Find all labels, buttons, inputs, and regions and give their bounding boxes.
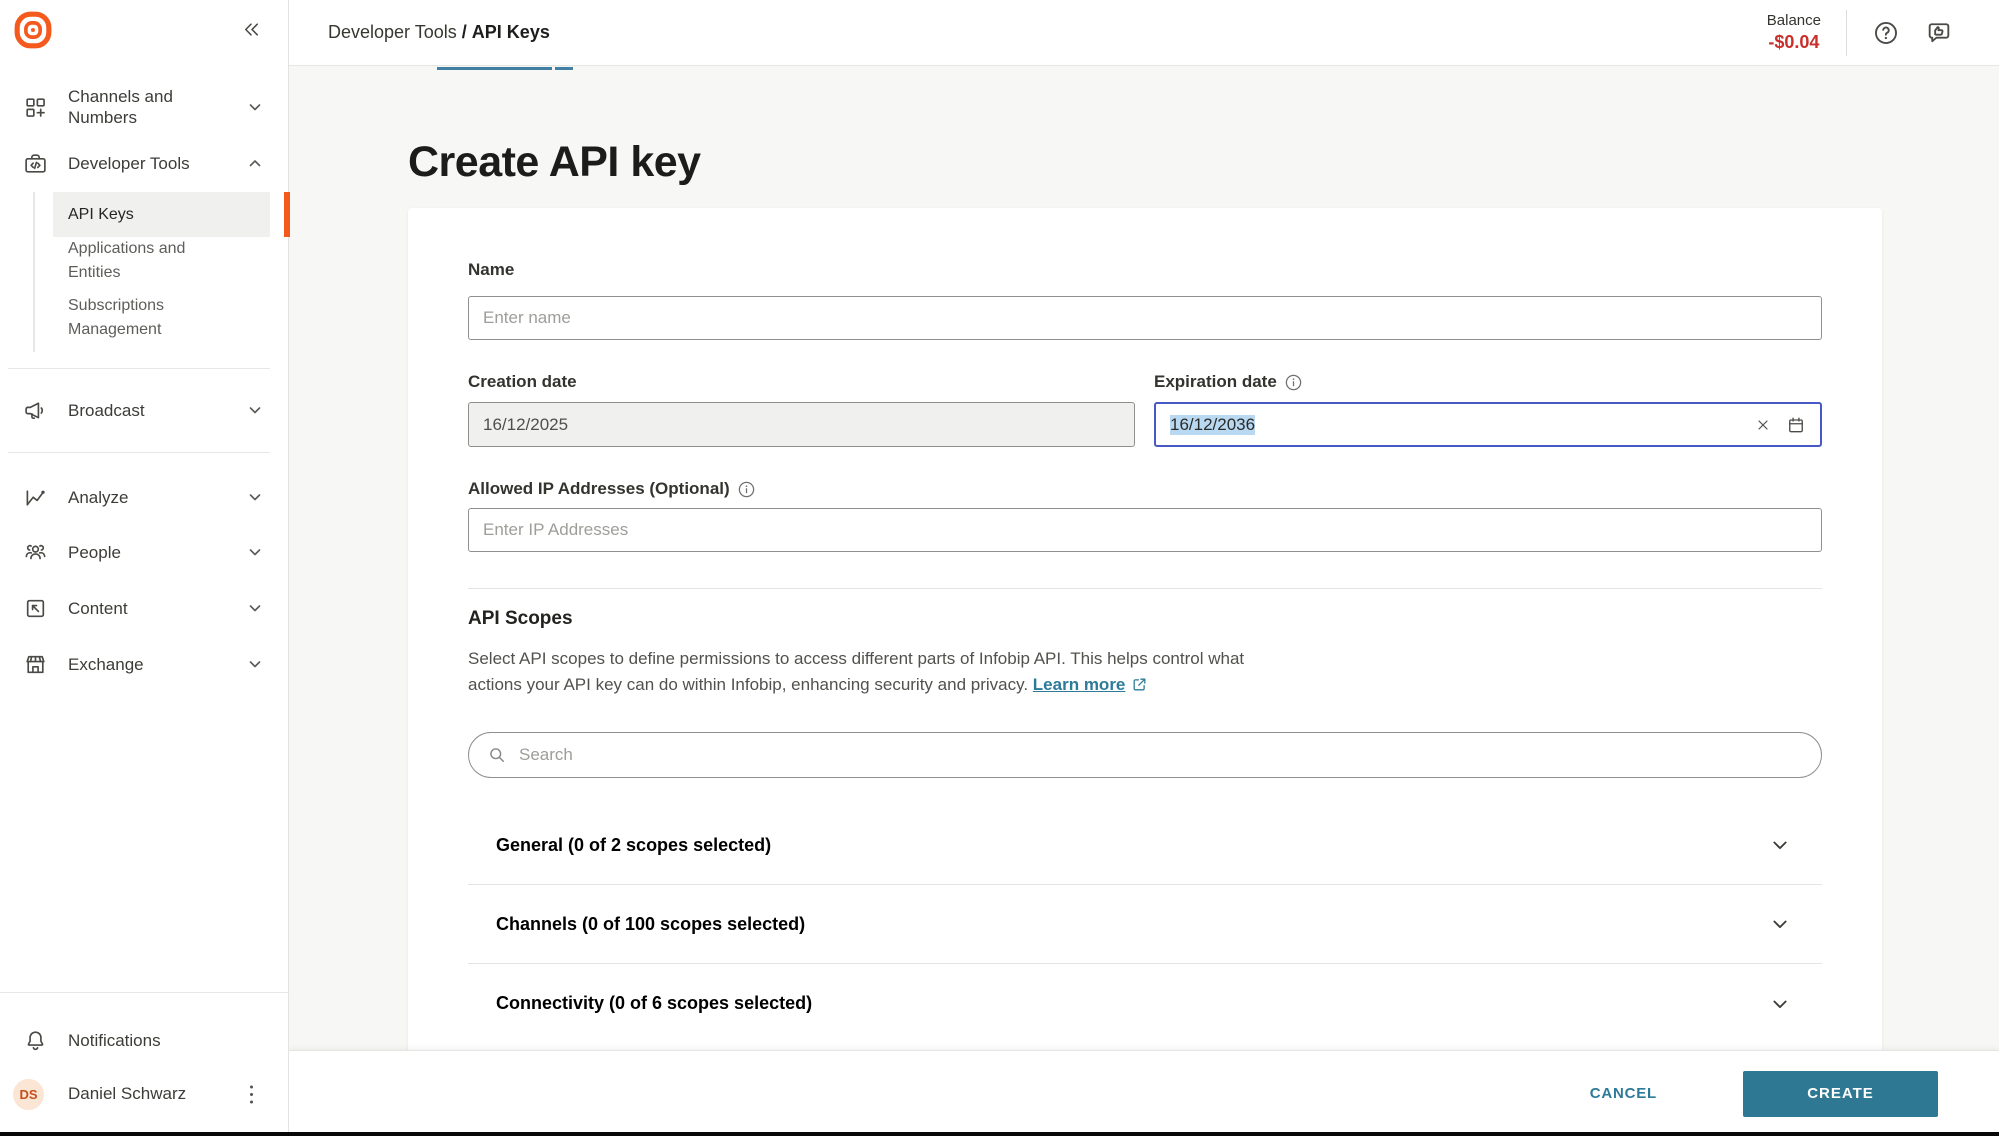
scope-groups: General (0 of 2 scopes selected) Channel… — [468, 806, 1822, 1043]
infobip-logo[interactable] — [14, 11, 52, 49]
sidebar-item-api-keys[interactable]: API Keys — [53, 192, 270, 237]
scope-search — [468, 732, 1822, 778]
devtools-icon — [22, 150, 48, 176]
people-icon — [22, 539, 48, 565]
create-api-key-card: Name Creation date 16/12/2025 Expiration… — [408, 208, 1882, 1088]
sidebar-item-developer-tools[interactable]: Developer Tools — [0, 141, 289, 185]
chevron-down-icon — [247, 544, 263, 560]
allowed-ip-input[interactable] — [468, 508, 1822, 552]
scope-group-general[interactable]: General (0 of 2 scopes selected) — [468, 806, 1822, 885]
expiration-date-label: Expiration date — [1154, 372, 1302, 392]
api-scopes-heading: API Scopes — [468, 608, 573, 630]
page-title: Create API key — [408, 138, 701, 187]
calendar-icon[interactable] — [1786, 415, 1806, 435]
info-icon[interactable] — [1285, 374, 1302, 391]
chevron-down-icon — [1770, 835, 1790, 855]
expiration-date-value: 16/12/2036 — [1170, 415, 1255, 435]
external-link-icon — [1131, 675, 1148, 701]
chevron-down-icon — [247, 99, 263, 115]
sidebar-divider — [8, 368, 270, 369]
info-icon[interactable] — [738, 481, 755, 498]
app-root: Developer Tools / API Keys Balance -$0.0… — [0, 0, 1999, 1136]
learn-more-link[interactable]: Learn more — [1033, 675, 1126, 694]
sidebar-item-analyze[interactable]: Analyze — [0, 475, 289, 519]
breadcrumb-parent[interactable]: Developer Tools — [328, 22, 457, 42]
api-scopes-description: Select API scopes to define permissions … — [468, 646, 1298, 701]
content-icon — [22, 595, 48, 621]
chevron-down-icon — [1770, 914, 1790, 934]
sidebar-item-channels-and-numbers[interactable]: Channels and Numbers — [0, 85, 289, 129]
search-icon — [487, 745, 507, 765]
action-footer: CANCEL CREATE — [289, 1050, 1999, 1136]
chevron-down-icon — [247, 600, 263, 616]
balance[interactable]: Balance -$0.04 — [1767, 12, 1821, 53]
clear-icon[interactable] — [1755, 417, 1771, 433]
creation-date-label: Creation date — [468, 372, 577, 392]
section-divider — [468, 588, 1822, 589]
sidebar-divider — [8, 452, 270, 453]
topbar-divider — [1846, 10, 1847, 56]
balance-value: -$0.04 — [1768, 31, 1819, 54]
scope-group-channels[interactable]: Channels (0 of 100 scopes selected) — [468, 885, 1822, 964]
breadcrumb-current: API Keys — [472, 22, 550, 42]
sidebar-item-content[interactable]: Content — [0, 586, 289, 630]
balance-label: Balance — [1767, 12, 1821, 31]
help-icon[interactable] — [1872, 19, 1900, 47]
creation-date-input: 16/12/2025 — [468, 402, 1135, 447]
sidebar: Channels and Numbers Developer Tools API… — [0, 0, 289, 1136]
collapse-sidebar-icon[interactable] — [240, 18, 264, 42]
chevron-down-icon — [247, 402, 263, 418]
chevron-down-icon — [1770, 994, 1790, 1014]
topbar-right: Balance -$0.04 — [1767, 10, 1953, 56]
sidebar-item-notifications[interactable]: Notifications — [0, 1018, 289, 1062]
chevron-down-icon — [247, 656, 263, 672]
sidebar-bottom-divider — [0, 992, 289, 993]
search-input[interactable] — [517, 744, 1803, 766]
active-tab-indicator — [437, 67, 573, 70]
chevron-down-icon — [247, 489, 263, 505]
scope-group-connectivity[interactable]: Connectivity (0 of 6 scopes selected) — [468, 964, 1822, 1043]
sidebar-item-broadcast[interactable]: Broadcast — [0, 388, 289, 432]
chevron-up-icon — [247, 155, 263, 171]
main-content: Create API key Name Creation date 16/12/… — [289, 67, 1999, 1136]
user-name: Daniel Schwarz — [68, 1084, 186, 1104]
active-item-indicator — [284, 192, 290, 237]
create-button[interactable]: CREATE — [1743, 1071, 1938, 1117]
bell-icon — [22, 1027, 48, 1053]
sidebar-item-exchange[interactable]: Exchange — [0, 642, 289, 686]
feedback-icon[interactable] — [1925, 19, 1953, 47]
expiration-date-input[interactable]: 16/12/2036 — [1154, 402, 1822, 447]
name-input[interactable] — [468, 296, 1822, 340]
top-bar: Developer Tools / API Keys Balance -$0.0… — [289, 0, 1999, 66]
megaphone-icon — [22, 397, 48, 423]
cancel-button[interactable]: CANCEL — [1584, 1084, 1663, 1103]
storefront-icon — [22, 651, 48, 677]
sidebar-item-applications-and-entities[interactable]: Applications and Entities — [0, 238, 289, 283]
avatar: DS — [13, 1079, 44, 1110]
allowed-ip-label: Allowed IP Addresses (Optional) — [468, 479, 755, 499]
channels-icon — [22, 94, 48, 120]
breadcrumb-separator: / — [462, 22, 467, 42]
kebab-icon[interactable] — [243, 1083, 259, 1105]
user-menu[interactable]: DS Daniel Schwarz — [0, 1072, 289, 1116]
sidebar-item-subscriptions-management[interactable]: Subscriptions Management — [0, 283, 289, 352]
screen-bottom-edge — [0, 1132, 1999, 1136]
breadcrumb: Developer Tools / API Keys — [328, 22, 550, 43]
name-label: Name — [468, 260, 514, 280]
sidebar-item-people[interactable]: People — [0, 530, 289, 574]
chart-icon — [22, 484, 48, 510]
